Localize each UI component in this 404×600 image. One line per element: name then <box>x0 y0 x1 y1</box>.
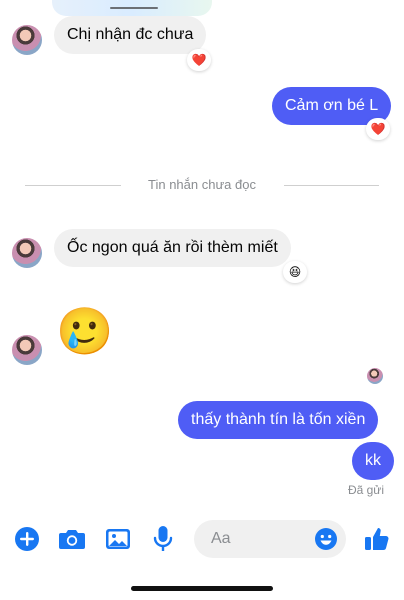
sent-status: Đã gửi <box>347 483 384 497</box>
heart-reaction[interactable]: ❤️ <box>366 118 390 140</box>
message-input[interactable]: Aa <box>194 520 346 558</box>
contact-avatar[interactable] <box>12 335 42 365</box>
smile-icon[interactable] <box>314 527 338 551</box>
image-icon[interactable] <box>103 524 133 554</box>
camera-icon[interactable] <box>57 524 87 554</box>
microphone-icon[interactable] <box>148 524 178 554</box>
tearful-smile-emoji-message[interactable]: 🥲 <box>56 305 113 357</box>
message-composer: Aa <box>0 518 404 562</box>
read-receipt-avatar <box>367 368 383 384</box>
contact-avatar[interactable] <box>12 238 42 268</box>
previous-bubble-underline <box>110 7 158 9</box>
laughing-reaction[interactable]: 😆 <box>283 261 307 283</box>
incoming-message[interactable]: Ốc ngon quá ăn rồi thèm miết <box>54 229 291 267</box>
contact-avatar[interactable] <box>12 25 42 55</box>
outgoing-message[interactable]: kk <box>352 442 394 480</box>
incoming-message[interactable]: Chị nhận đc chưa <box>54 16 207 54</box>
outgoing-message[interactable]: thấy thành tín là tốn xiền <box>178 401 379 439</box>
thumbs-up-icon[interactable] <box>362 524 392 554</box>
divider-line-right <box>284 185 379 186</box>
message-input-placeholder: Aa <box>211 530 231 547</box>
home-indicator <box>131 586 273 591</box>
heart-reaction[interactable]: ❤️ <box>187 49 211 71</box>
plus-circle-icon[interactable] <box>12 524 42 554</box>
